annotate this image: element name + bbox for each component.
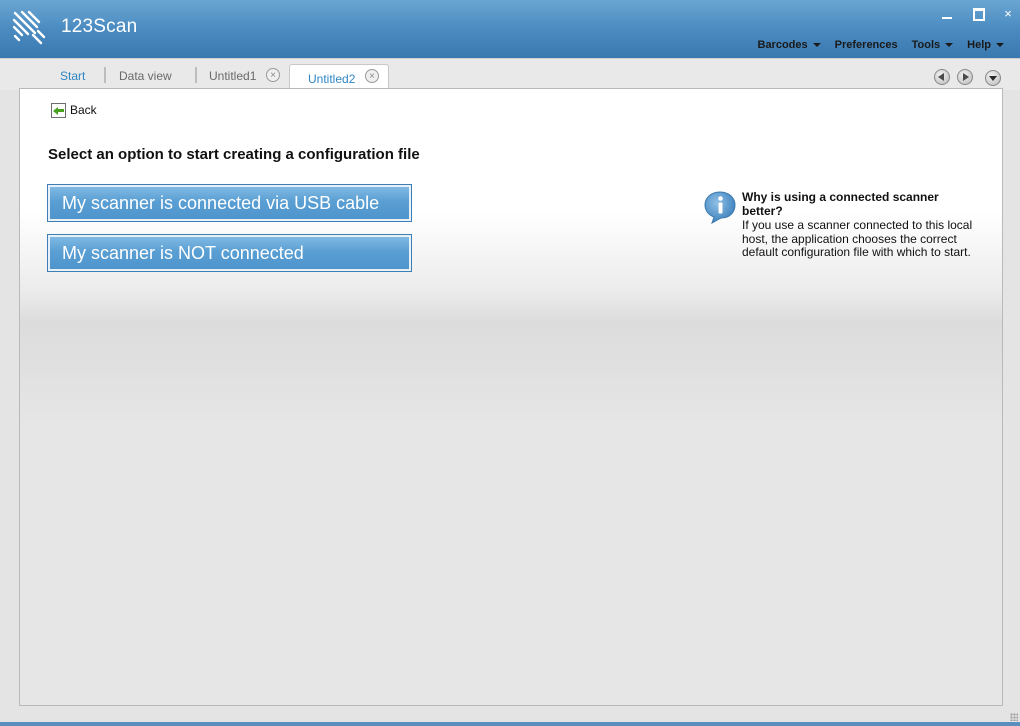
chevron-left-icon [938, 73, 944, 81]
menu-help[interactable]: Help [967, 37, 1004, 53]
maximize-icon [973, 8, 985, 21]
chevron-down-icon [996, 43, 1004, 47]
scroll-tabs-right-button[interactable] [957, 69, 973, 85]
resize-grip-icon[interactable] [1010, 713, 1018, 721]
window-bottom-border [0, 722, 1020, 726]
menu-help-label: Help [967, 39, 991, 51]
tab-separator [195, 67, 197, 83]
chevron-down-icon [989, 76, 997, 81]
scroll-tabs-left-button[interactable] [934, 69, 950, 85]
menu-tools-label: Tools [911, 39, 941, 51]
chevron-down-icon [812, 43, 821, 47]
back-label: Back [70, 103, 97, 117]
back-arrow-icon [51, 102, 66, 118]
minimize-button[interactable] [936, 4, 958, 24]
menu-preferences[interactable]: Preferences [835, 37, 898, 53]
menu-tools[interactable]: Tools [912, 37, 954, 53]
content-panel: Back Select an option to start creating … [19, 88, 1003, 706]
tab-untitled2-label: Untitled2 [308, 72, 356, 86]
title-bar: 123Scan × Barcodes Preferences Tools Hel… [0, 0, 1020, 58]
menu-barcodes[interactable]: Barcodes [758, 37, 821, 53]
tab-strip: Start Data view Untitled1 × Untitled2 × [0, 58, 1020, 92]
close-button[interactable]: × [997, 4, 1019, 24]
back-button[interactable]: Back [51, 101, 97, 119]
tab-start[interactable]: Start [60, 69, 85, 83]
tab-separator [104, 67, 106, 83]
tab-untitled1-close-icon[interactable]: × [266, 68, 280, 82]
menu-barcodes-label: Barcodes [757, 39, 808, 51]
menu-bar: Barcodes Preferences Tools Help [744, 37, 1004, 53]
tab-list-dropdown-button[interactable] [985, 70, 1001, 86]
info-title: Why is using a connected scanner better? [742, 190, 939, 218]
menu-preferences-label: Preferences [834, 39, 898, 51]
info-body: If you use a scanner connected to this l… [742, 218, 973, 259]
tab-untitled2-close-icon[interactable]: × [365, 69, 379, 83]
chevron-right-icon [963, 73, 969, 81]
tab-untitled1[interactable]: Untitled1 [209, 69, 256, 83]
scanner-not-connected-button[interactable]: My scanner is NOT connected [47, 234, 412, 272]
minimize-icon [942, 17, 952, 19]
close-icon: × [1004, 6, 1012, 21]
scanner-connected-usb-button[interactable]: My scanner is connected via USB cable [47, 184, 412, 222]
maximize-button[interactable] [967, 4, 989, 24]
app-title: 123Scan [61, 16, 138, 37]
page-heading: Select an option to start creating a con… [48, 146, 420, 163]
tab-data-view[interactable]: Data view [119, 69, 172, 83]
zebra-logo-icon [12, 10, 46, 45]
info-icon [704, 191, 736, 224]
chevron-down-icon [945, 43, 954, 47]
